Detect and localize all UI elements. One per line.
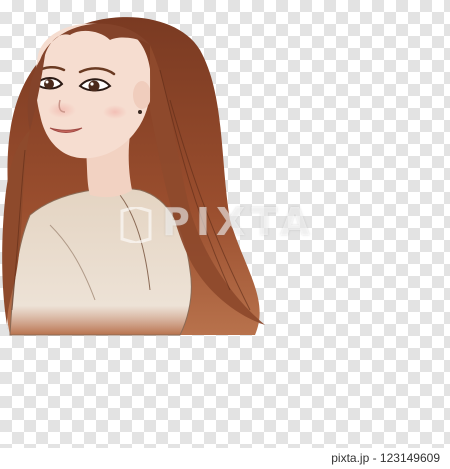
watermark-text: PIXTA [162,200,316,244]
pixta-logo-icon [120,206,152,243]
footer: pixta.jp - 123149609 [0,448,450,469]
watermark: PIXTA [118,200,316,244]
ear [133,81,151,109]
image-id-caption: pixta.jp - 123149609 [331,451,440,465]
